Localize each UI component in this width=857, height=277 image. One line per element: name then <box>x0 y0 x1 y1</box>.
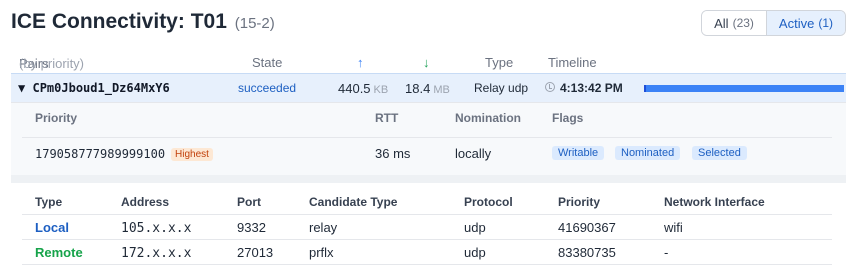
flag-selected-badge: Selected <box>692 146 747 160</box>
cand-port: 9332 <box>237 220 266 235</box>
page-title-text: ICE Connectivity: T01 <box>11 10 227 33</box>
timeline-fill <box>644 85 844 92</box>
cand-header-priority: Priority <box>558 195 601 209</box>
cand-candidate-type: relay <box>309 220 338 235</box>
cand-row-divider <box>22 239 832 240</box>
details-header-flags: Flags <box>552 111 584 125</box>
flag-writable-badge: Writable <box>552 146 605 160</box>
cand-protocol: udp <box>464 245 486 260</box>
cand-divider <box>22 214 832 215</box>
details-header-priority: Priority <box>35 111 78 125</box>
cand-candidate-type: prflx <box>309 245 334 260</box>
cand-priority: 41690367 <box>558 220 616 235</box>
cand-header-type: Type <box>35 195 63 209</box>
pair-details-panel: Priority RTT Nomination Flags 1790587779… <box>11 102 846 175</box>
pair-received-unit: MB <box>433 84 450 96</box>
col-timeline[interactable]: Timeline <box>548 55 597 70</box>
cand-header-address: Address <box>121 195 170 209</box>
expand-caret-icon[interactable]: ▼ <box>18 81 25 95</box>
col-state[interactable]: State <box>252 55 282 70</box>
pair-name-text: CPm0Jboud1_Dz64MxY6 <box>32 81 170 95</box>
details-priority-value: 179058777989999100 <box>35 147 166 161</box>
filter-toggle: All (23) Active (1) <box>701 10 846 36</box>
cand-type-remote: Remote <box>35 245 83 260</box>
cand-bottom-divider <box>22 264 832 265</box>
cand-header-candidate-type: Candidate Type <box>309 195 398 209</box>
timeline-bar <box>644 85 844 92</box>
col-sent-arrow-up-icon[interactable]: ↑ <box>357 55 364 70</box>
page-subtitle: (15-2) <box>234 15 275 32</box>
details-rtt: 36 ms <box>375 146 411 161</box>
cand-port: 27013 <box>237 245 274 260</box>
cand-header-port: Port <box>237 195 261 209</box>
pair-sent-value: 440.5 <box>338 81 371 96</box>
col-received-arrow-down-icon[interactable]: ↓ <box>423 55 430 70</box>
section-gap <box>11 175 846 183</box>
pair-name[interactable]: ▼ CPm0Jboud1_Dz64MxY6 <box>18 81 170 95</box>
header: ICE Connectivity: T01 (15-2) All (23) Ac… <box>11 10 847 38</box>
col-type[interactable]: Type <box>485 55 513 70</box>
cand-header-protocol: Protocol <box>464 195 513 209</box>
pair-state: succeeded <box>238 81 297 95</box>
filter-all-button[interactable]: All (23) <box>702 11 767 35</box>
priority-badge: Highest <box>171 148 213 161</box>
col-pairs-hint: (by priority) <box>19 56 85 71</box>
cand-priority: 83380735 <box>558 245 616 260</box>
cand-header-network-interface: Network Interface <box>664 195 765 209</box>
pairs-column-header: Pairs (by priority) State ↑ ↓ Type Timel… <box>0 54 857 72</box>
cand-network-interface: - <box>664 245 669 260</box>
cand-address: 172.x.x.x <box>121 246 192 261</box>
clock-icon <box>545 82 555 92</box>
cand-network-interface: wifi <box>664 220 683 235</box>
pair-time: 4:13:42 PM <box>560 81 623 95</box>
filter-active-count: (1) <box>818 16 833 30</box>
flag-nominated-badge: Nominated <box>615 146 681 160</box>
pair-received-value: 18.4 <box>405 81 431 96</box>
details-nomination: locally <box>455 146 492 161</box>
filter-all-count: (23) <box>732 16 754 30</box>
filter-all-label: All <box>714 15 729 31</box>
details-divider <box>22 137 832 138</box>
pair-row[interactable]: ▼ CPm0Jboud1_Dz64MxY6 succeeded 440.5 KB … <box>11 73 846 102</box>
filter-active-button[interactable]: Active (1) <box>766 11 845 35</box>
pair-sent-unit: KB <box>373 84 389 96</box>
details-header-nomination: Nomination <box>455 111 521 125</box>
pair-type: Relay udp <box>474 81 529 95</box>
page-title: ICE Connectivity: T01 (15-2) <box>11 10 275 34</box>
cand-type-local: Local <box>35 220 69 235</box>
cand-protocol: udp <box>464 220 486 235</box>
details-header-rtt: RTT <box>375 111 399 125</box>
cand-address: 105.x.x.x <box>121 221 192 236</box>
pair-sent: 440.5 KB <box>338 81 388 96</box>
details-priority: 179058777989999100 Highest <box>35 146 213 161</box>
filter-active-label: Active <box>778 15 815 31</box>
candidates-table: Type Address Port Candidate Type Protoco… <box>11 183 846 277</box>
pair-received: 18.4 MB <box>405 81 450 96</box>
